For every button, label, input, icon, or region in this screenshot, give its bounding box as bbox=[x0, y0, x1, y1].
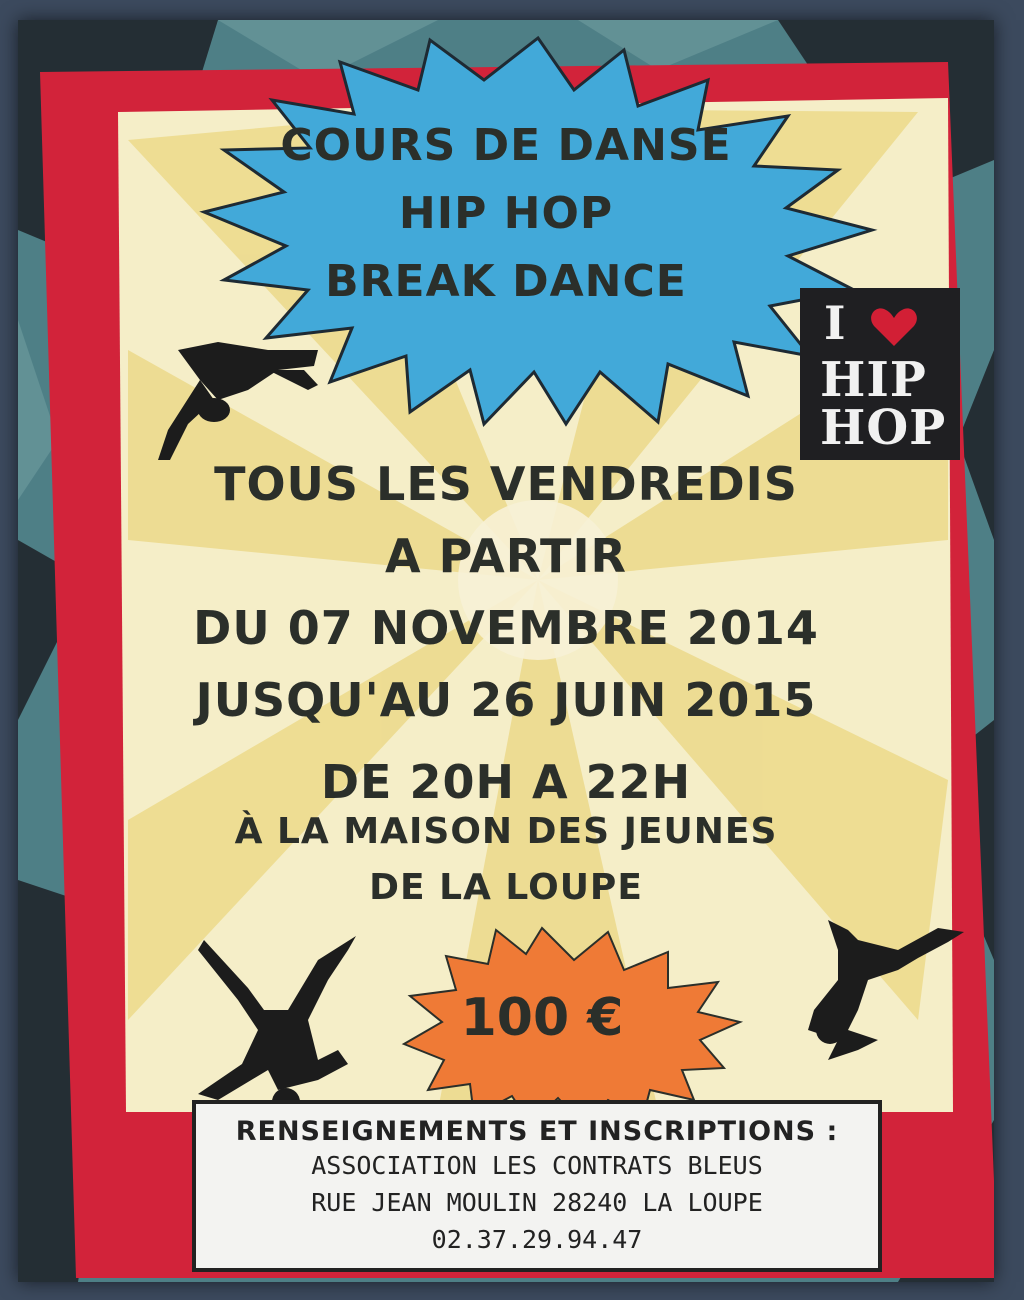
place-line-1: À LA MAISON DES JEUNES bbox=[234, 811, 778, 852]
title-line-1: COURS DE DANSE bbox=[280, 120, 732, 171]
dance-poster: COURS DE DANSE HIP HOP BREAK DANCE I HIP… bbox=[18, 20, 994, 1282]
photo-scene: COURS DE DANSE HIP HOP BREAK DANCE I HIP… bbox=[0, 0, 1024, 1300]
price-label: 100 € bbox=[460, 988, 624, 1048]
heart-icon bbox=[871, 308, 917, 346]
info-heading: RENSEIGNEMENTS ET INSCRIPTIONS : bbox=[235, 1116, 839, 1147]
badge-i: I bbox=[824, 296, 846, 350]
info-phone: 02.37.29.94.47 bbox=[431, 1225, 643, 1254]
info-association: ASSOCIATION LES CONTRATS BLEUS bbox=[311, 1151, 763, 1180]
schedule-line-1: TOUS LES VENDREDIS bbox=[214, 457, 798, 511]
title-line-2: HIP HOP bbox=[398, 188, 614, 239]
i-love-hip-hop-badge: I HIP HOP bbox=[800, 288, 960, 460]
info-box: RENSEIGNEMENTS ET INSCRIPTIONS : ASSOCIA… bbox=[192, 1100, 882, 1272]
schedule-line-3: DU 07 NOVEMBRE 2014 bbox=[193, 601, 819, 655]
schedule-line-2: A PARTIR bbox=[385, 529, 627, 583]
place-line-2: DE LA LOUPE bbox=[369, 867, 643, 908]
schedule-line-4: JUSQU'AU 26 JUIN 2015 bbox=[195, 673, 817, 727]
info-address: RUE JEAN MOULIN 28240 LA LOUPE bbox=[311, 1188, 763, 1217]
